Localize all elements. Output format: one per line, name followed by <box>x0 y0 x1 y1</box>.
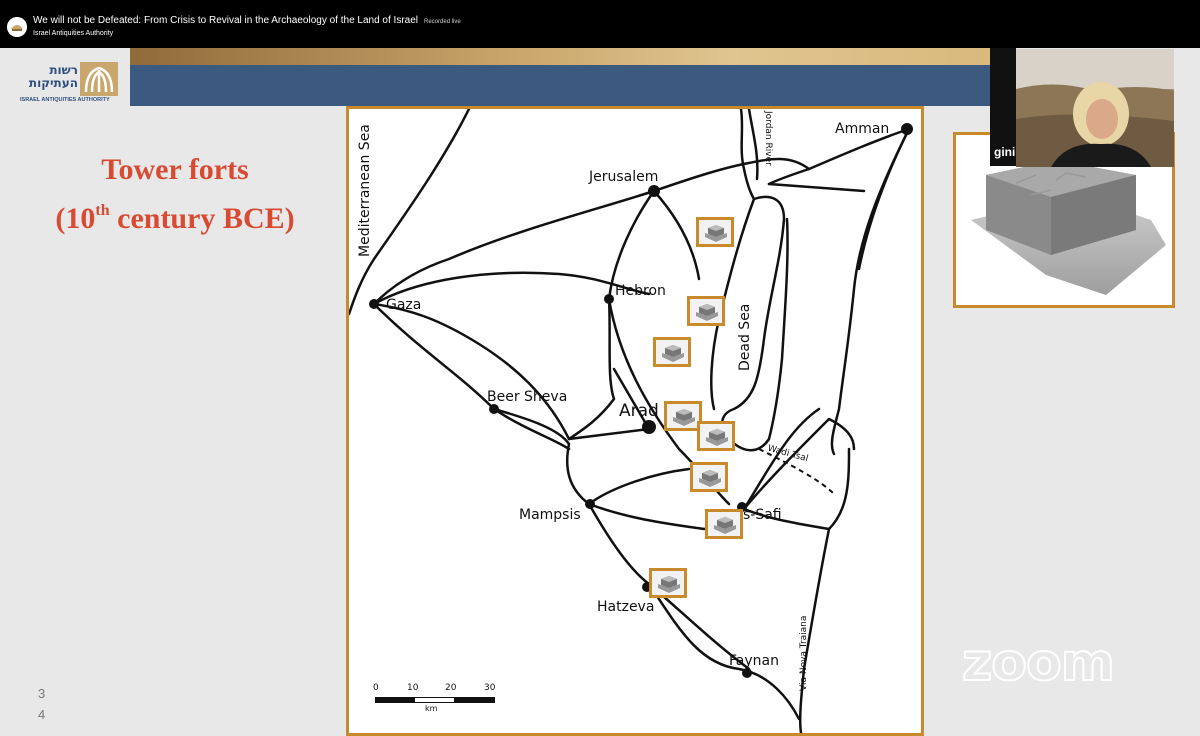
label-jerusalem: Jerusalem <box>589 169 659 185</box>
tower-fort-marker <box>690 462 728 492</box>
tower-fort-marker <box>653 337 691 367</box>
label-mediterranean-sea: Mediterranean Sea <box>357 124 373 257</box>
scale-tick-20: 20 <box>445 683 457 693</box>
scale-tick-0: 0 <box>373 683 379 693</box>
town-dot-beer-sheva <box>489 404 499 414</box>
town-dot-amman <box>901 123 913 135</box>
title-line2-pre: (10 <box>55 202 96 235</box>
scale-unit: km <box>425 704 438 713</box>
channel-name[interactable]: Israel Antiquities Authority <box>33 30 113 37</box>
map-roads-and-coast <box>349 109 913 733</box>
label-gaza: Gaza <box>386 297 422 313</box>
scale-tick-30: 30 <box>484 683 496 693</box>
logo-english-text: ISRAEL ANTIQUITIES AUTHORITY <box>20 97 110 103</box>
tower-fort-marker <box>705 509 743 539</box>
video-title[interactable]: We will not be Defeated: From Crisis to … <box>33 15 461 26</box>
label-hebron: Hebron <box>615 283 666 299</box>
slide-page-number-2: 4 <box>38 707 46 722</box>
slide-page-number-1: 3 <box>38 686 46 701</box>
label-dead-sea: Dead Sea <box>737 303 753 371</box>
logo-hebrew-line2: העתיקות <box>28 76 78 90</box>
zoom-watermark-logo: zoom <box>961 632 1116 694</box>
label-mediterranean: Mediterranean Sea <box>357 124 373 257</box>
speaker-video-frame <box>1016 49 1174 167</box>
label-es-safi: s-Safi <box>743 507 782 523</box>
town-dot-arad <box>642 420 656 434</box>
town-dot-hebron <box>604 294 614 304</box>
region-map: Amman Jerusalem Jordan River Mediterrane… <box>346 106 924 736</box>
tower-fort-marker <box>649 568 687 598</box>
town-dot-faynan <box>742 668 752 678</box>
label-faynan: Faynan <box>729 653 779 669</box>
video-title-bar: We will not be Defeated: From Crisis to … <box>0 0 1200 48</box>
participant-name-label: gini <box>994 145 1016 159</box>
map-scale-bar: 0 10 20 30 km <box>371 679 501 713</box>
channel-avatar[interactable] <box>7 17 27 37</box>
tower-fort-marker <box>687 296 725 326</box>
label-hatzeva: Hatzeva <box>597 599 655 615</box>
slide-title-line2: (10th century BCE) <box>25 191 325 240</box>
label-beer-sheva: Beer Sheva <box>487 389 568 405</box>
label-arad: Arad <box>619 401 659 421</box>
scale-bar-graphic <box>375 697 495 703</box>
tower-fort-marker <box>697 421 735 451</box>
iaa-logo: רשות העתיקות ISRAEL ANTIQUITIES AUTHORIT… <box>20 62 120 106</box>
logo-hebrew-text: רשות העתיקות <box>20 64 78 90</box>
slide-title-line1: Tower forts <box>101 153 249 186</box>
menorah-emblem-icon <box>80 62 118 96</box>
label-jordan-river: Jordan River <box>763 111 773 166</box>
label-amman: Amman <box>835 121 890 137</box>
video-title-text: We will not be Defeated: From Crisis to … <box>33 15 419 26</box>
recorded-live-badge: Recorded live <box>424 19 461 25</box>
slide-title: Tower forts (10th century BCE) <box>25 148 325 240</box>
header-blue-band <box>130 65 990 106</box>
town-dot-mampsis <box>585 499 595 509</box>
town-dot-gaza <box>369 299 379 309</box>
town-dot-jerusalem <box>648 185 660 197</box>
tower-fort-marker <box>696 217 734 247</box>
speaker-video-tile[interactable] <box>1016 49 1174 167</box>
title-sup: th <box>95 202 110 219</box>
label-via-nova-traiana: Via Nova Traiana <box>799 615 809 691</box>
label-mampsis: Mampsis <box>519 507 581 523</box>
scale-tick-10: 10 <box>407 683 419 693</box>
header-gold-band <box>130 48 990 65</box>
title-line2-post: century BCE) <box>109 202 295 235</box>
